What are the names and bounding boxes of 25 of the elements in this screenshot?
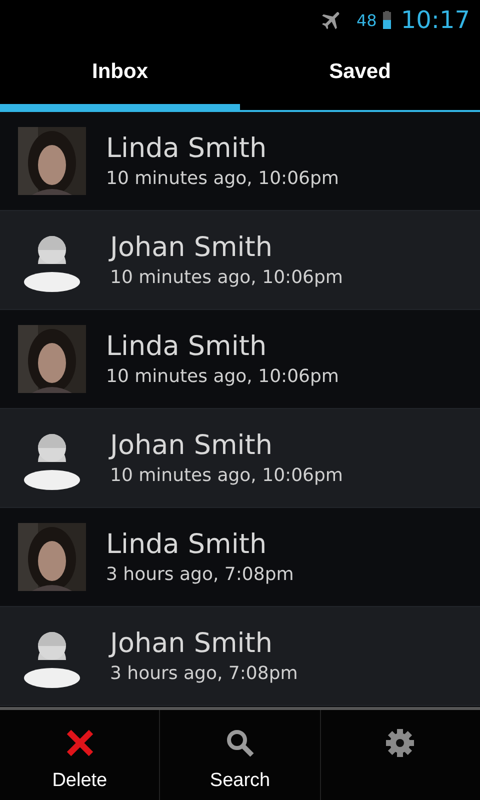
search-button[interactable]: Search [159,710,320,800]
battery-level-text: 48 [356,10,377,30]
message-time: 10 minutes ago, 10:06pm [110,465,343,486]
message-time: 10 minutes ago, 10:06pm [106,366,339,387]
message-time: 10 minutes ago, 10:06pm [106,168,339,189]
message-row[interactable]: Johan Smith 10 minutes ago, 10:06pm [0,409,480,508]
message-row[interactable]: Johan Smith 3 hours ago, 7:08pm [0,607,480,706]
message-row[interactable]: Johan Smith 10 minutes ago, 10:06pm [0,211,480,310]
close-icon [64,728,95,758]
settings-icon [385,728,416,758]
message-time: 3 hours ago, 7:08pm [110,663,298,684]
delete-button[interactable]: Delete [0,710,160,800]
contact-name: Johan Smith [110,232,274,263]
message-time: 10 minutes ago, 10:06pm [110,267,343,288]
tab[interactable]: Inbox [0,40,240,104]
contact-name: Johan Smith [110,628,274,659]
search-icon [224,728,255,758]
battery-icon [382,10,391,30]
contact-name: Linda Smith [106,331,268,362]
contact-name: Linda Smith [106,133,268,164]
clock-time: 10:17 [400,6,470,34]
tab[interactable]: Saved [240,40,480,104]
message-time: 3 hours ago, 7:08pm [106,564,294,585]
contact-name: Johan Smith [110,430,274,461]
contact-name: Linda Smith [106,529,268,560]
